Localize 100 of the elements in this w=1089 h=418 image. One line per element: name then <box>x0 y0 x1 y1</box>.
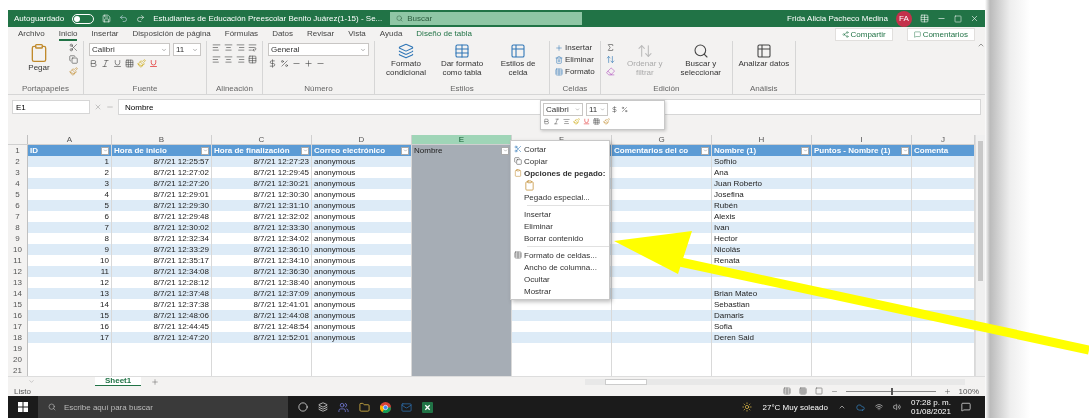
cancel-icon[interactable] <box>94 103 102 112</box>
font-select[interactable]: Calibri <box>543 103 583 116</box>
row-number[interactable]: 8 <box>8 222 28 234</box>
row-number[interactable]: 1 <box>8 145 28 157</box>
close-icon[interactable] <box>970 14 979 24</box>
align-right-icon[interactable] <box>236 55 245 64</box>
bold-icon[interactable] <box>89 59 98 68</box>
paintbrush-icon[interactable] <box>69 67 78 76</box>
row-number[interactable]: 21 <box>8 365 28 377</box>
bold-icon[interactable] <box>543 118 550 125</box>
italic-icon[interactable] <box>553 118 560 125</box>
filter-icon[interactable] <box>701 146 709 155</box>
menu-item[interactable]: Cortar <box>511 143 609 155</box>
save-icon[interactable] <box>102 14 112 24</box>
column-letter[interactable]: B <box>112 135 212 145</box>
fill-icon[interactable] <box>605 55 615 64</box>
merge-icon[interactable] <box>248 55 257 64</box>
row-number[interactable]: 5 <box>8 189 28 201</box>
row-number[interactable]: 18 <box>8 332 28 344</box>
start-icon[interactable] <box>18 402 28 412</box>
normal-view-icon[interactable] <box>782 387 791 396</box>
wrap-text-icon[interactable] <box>248 43 257 52</box>
row-number[interactable]: 13 <box>8 277 28 289</box>
notifications-icon[interactable] <box>961 402 971 412</box>
align-left-icon[interactable] <box>212 55 221 64</box>
row-number[interactable]: 3 <box>8 167 28 179</box>
horizontal-scrollbar[interactable] <box>585 378 965 385</box>
ribbon-tab[interactable]: Fórmulas <box>224 27 259 41</box>
paste-option-icon[interactable] <box>524 179 535 191</box>
percent-icon[interactable] <box>621 106 628 113</box>
number-format-select[interactable]: General <box>268 43 369 56</box>
analyze-data-button[interactable]: Analizar datos <box>737 43 790 68</box>
add-sheet-icon[interactable] <box>151 377 160 386</box>
row-number[interactable]: 19 <box>8 343 28 355</box>
redo-icon[interactable] <box>136 14 146 24</box>
editing-button[interactable]: Buscar y seleccionar <box>674 43 727 77</box>
filter-icon[interactable] <box>301 146 309 155</box>
filter-icon[interactable] <box>401 146 409 155</box>
row-number[interactable]: 15 <box>8 299 28 311</box>
column-letter[interactable]: A <box>28 135 112 145</box>
zoom-in-icon[interactable] <box>943 387 951 395</box>
ribbon-tab[interactable]: Disposición de página <box>132 27 211 41</box>
menu-item[interactable]: Insertar <box>511 208 609 220</box>
style-button[interactable]: Estilos de celda <box>492 43 544 77</box>
tray-icon[interactable] <box>837 403 846 411</box>
borders-icon[interactable] <box>593 118 600 125</box>
underline-icon[interactable] <box>113 59 122 68</box>
menu-item[interactable]: Mostrar <box>511 285 609 297</box>
volume-icon[interactable] <box>892 403 901 411</box>
column-letter[interactable]: E <box>412 135 512 145</box>
menu-item[interactable]: Eliminar <box>511 220 609 232</box>
ribbon-tab[interactable]: Vista <box>348 27 366 41</box>
row-number[interactable]: 14 <box>8 288 28 300</box>
sum-icon[interactable] <box>605 43 615 52</box>
align-center-icon[interactable] <box>224 55 233 64</box>
search-field[interactable]: Buscar <box>390 12 583 26</box>
menu-item[interactable]: Ocultar <box>511 273 609 285</box>
row-number[interactable]: 4 <box>8 178 28 190</box>
format-painter-icon[interactable] <box>603 118 610 125</box>
filter-icon[interactable] <box>801 146 809 155</box>
align-top-icon[interactable] <box>212 43 221 52</box>
name-box[interactable]: E1 <box>12 100 90 115</box>
cortana-icon[interactable] <box>298 402 308 412</box>
vertical-scrollbar[interactable] <box>975 135 985 377</box>
ribbon-tab[interactable]: Diseño de tabla <box>416 27 472 41</box>
align-bottom-icon[interactable] <box>236 43 245 52</box>
maximize-icon[interactable] <box>954 14 962 23</box>
column-letter[interactable]: G <box>612 135 712 145</box>
spreadsheet-app-icon[interactable] <box>422 401 433 413</box>
filter-icon[interactable] <box>501 146 509 155</box>
row-number[interactable]: 11 <box>8 255 28 267</box>
font-color-icon[interactable] <box>149 59 158 68</box>
row-number[interactable]: 17 <box>8 321 28 333</box>
row-number[interactable]: 10 <box>8 244 28 256</box>
row-number[interactable]: 9 <box>8 233 28 245</box>
borders-icon[interactable] <box>125 59 134 68</box>
ribbon-display-icon[interactable] <box>920 14 929 24</box>
page-break-icon[interactable] <box>814 387 823 396</box>
menu-item[interactable]: Pegado especial... <box>511 191 609 203</box>
font-color-icon[interactable] <box>583 118 590 125</box>
align-center-icon[interactable] <box>563 118 570 125</box>
column-letter[interactable]: C <box>212 135 312 145</box>
row-number[interactable]: 6 <box>8 200 28 212</box>
filter-icon[interactable] <box>901 146 909 155</box>
filter-icon[interactable] <box>101 146 109 155</box>
cells-button[interactable]: Insertar <box>555 43 595 52</box>
percent-icon[interactable] <box>280 59 289 68</box>
collapse-icon[interactable] <box>977 41 985 49</box>
style-button[interactable]: Formato condicional <box>380 43 432 77</box>
fill-color-icon[interactable] <box>573 118 580 125</box>
fill-color-icon[interactable] <box>137 59 146 68</box>
user-avatar[interactable]: FA <box>896 10 912 27</box>
weather-icon[interactable] <box>742 402 753 412</box>
ribbon-tab[interactable]: Insertar <box>91 27 119 41</box>
menu-item[interactable]: Formato de celdas... <box>511 249 609 261</box>
cut-icon[interactable] <box>69 43 78 52</box>
filter-icon[interactable] <box>201 146 209 155</box>
eraser-icon[interactable] <box>605 67 615 76</box>
currency-icon[interactable] <box>611 106 618 113</box>
page-layout-icon[interactable] <box>798 387 807 396</box>
